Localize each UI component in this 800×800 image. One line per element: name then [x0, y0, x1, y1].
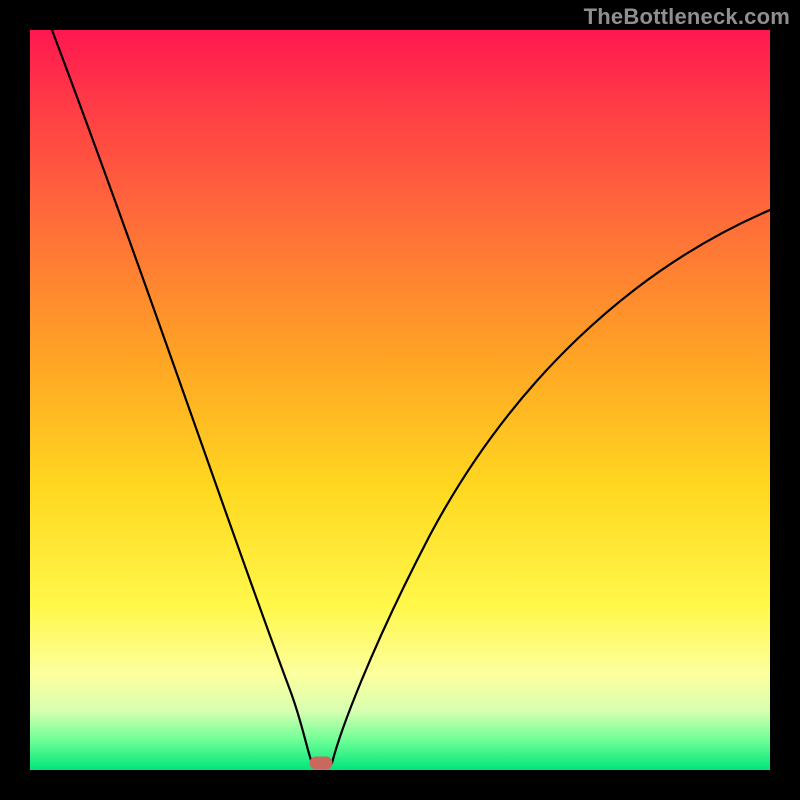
chart-frame: TheBottleneck.com [0, 0, 800, 800]
min-marker [310, 757, 332, 769]
watermark-text: TheBottleneck.com [584, 4, 790, 30]
curve-svg [30, 30, 770, 770]
plot-area [30, 30, 770, 770]
bottleneck-curve [52, 30, 770, 763]
